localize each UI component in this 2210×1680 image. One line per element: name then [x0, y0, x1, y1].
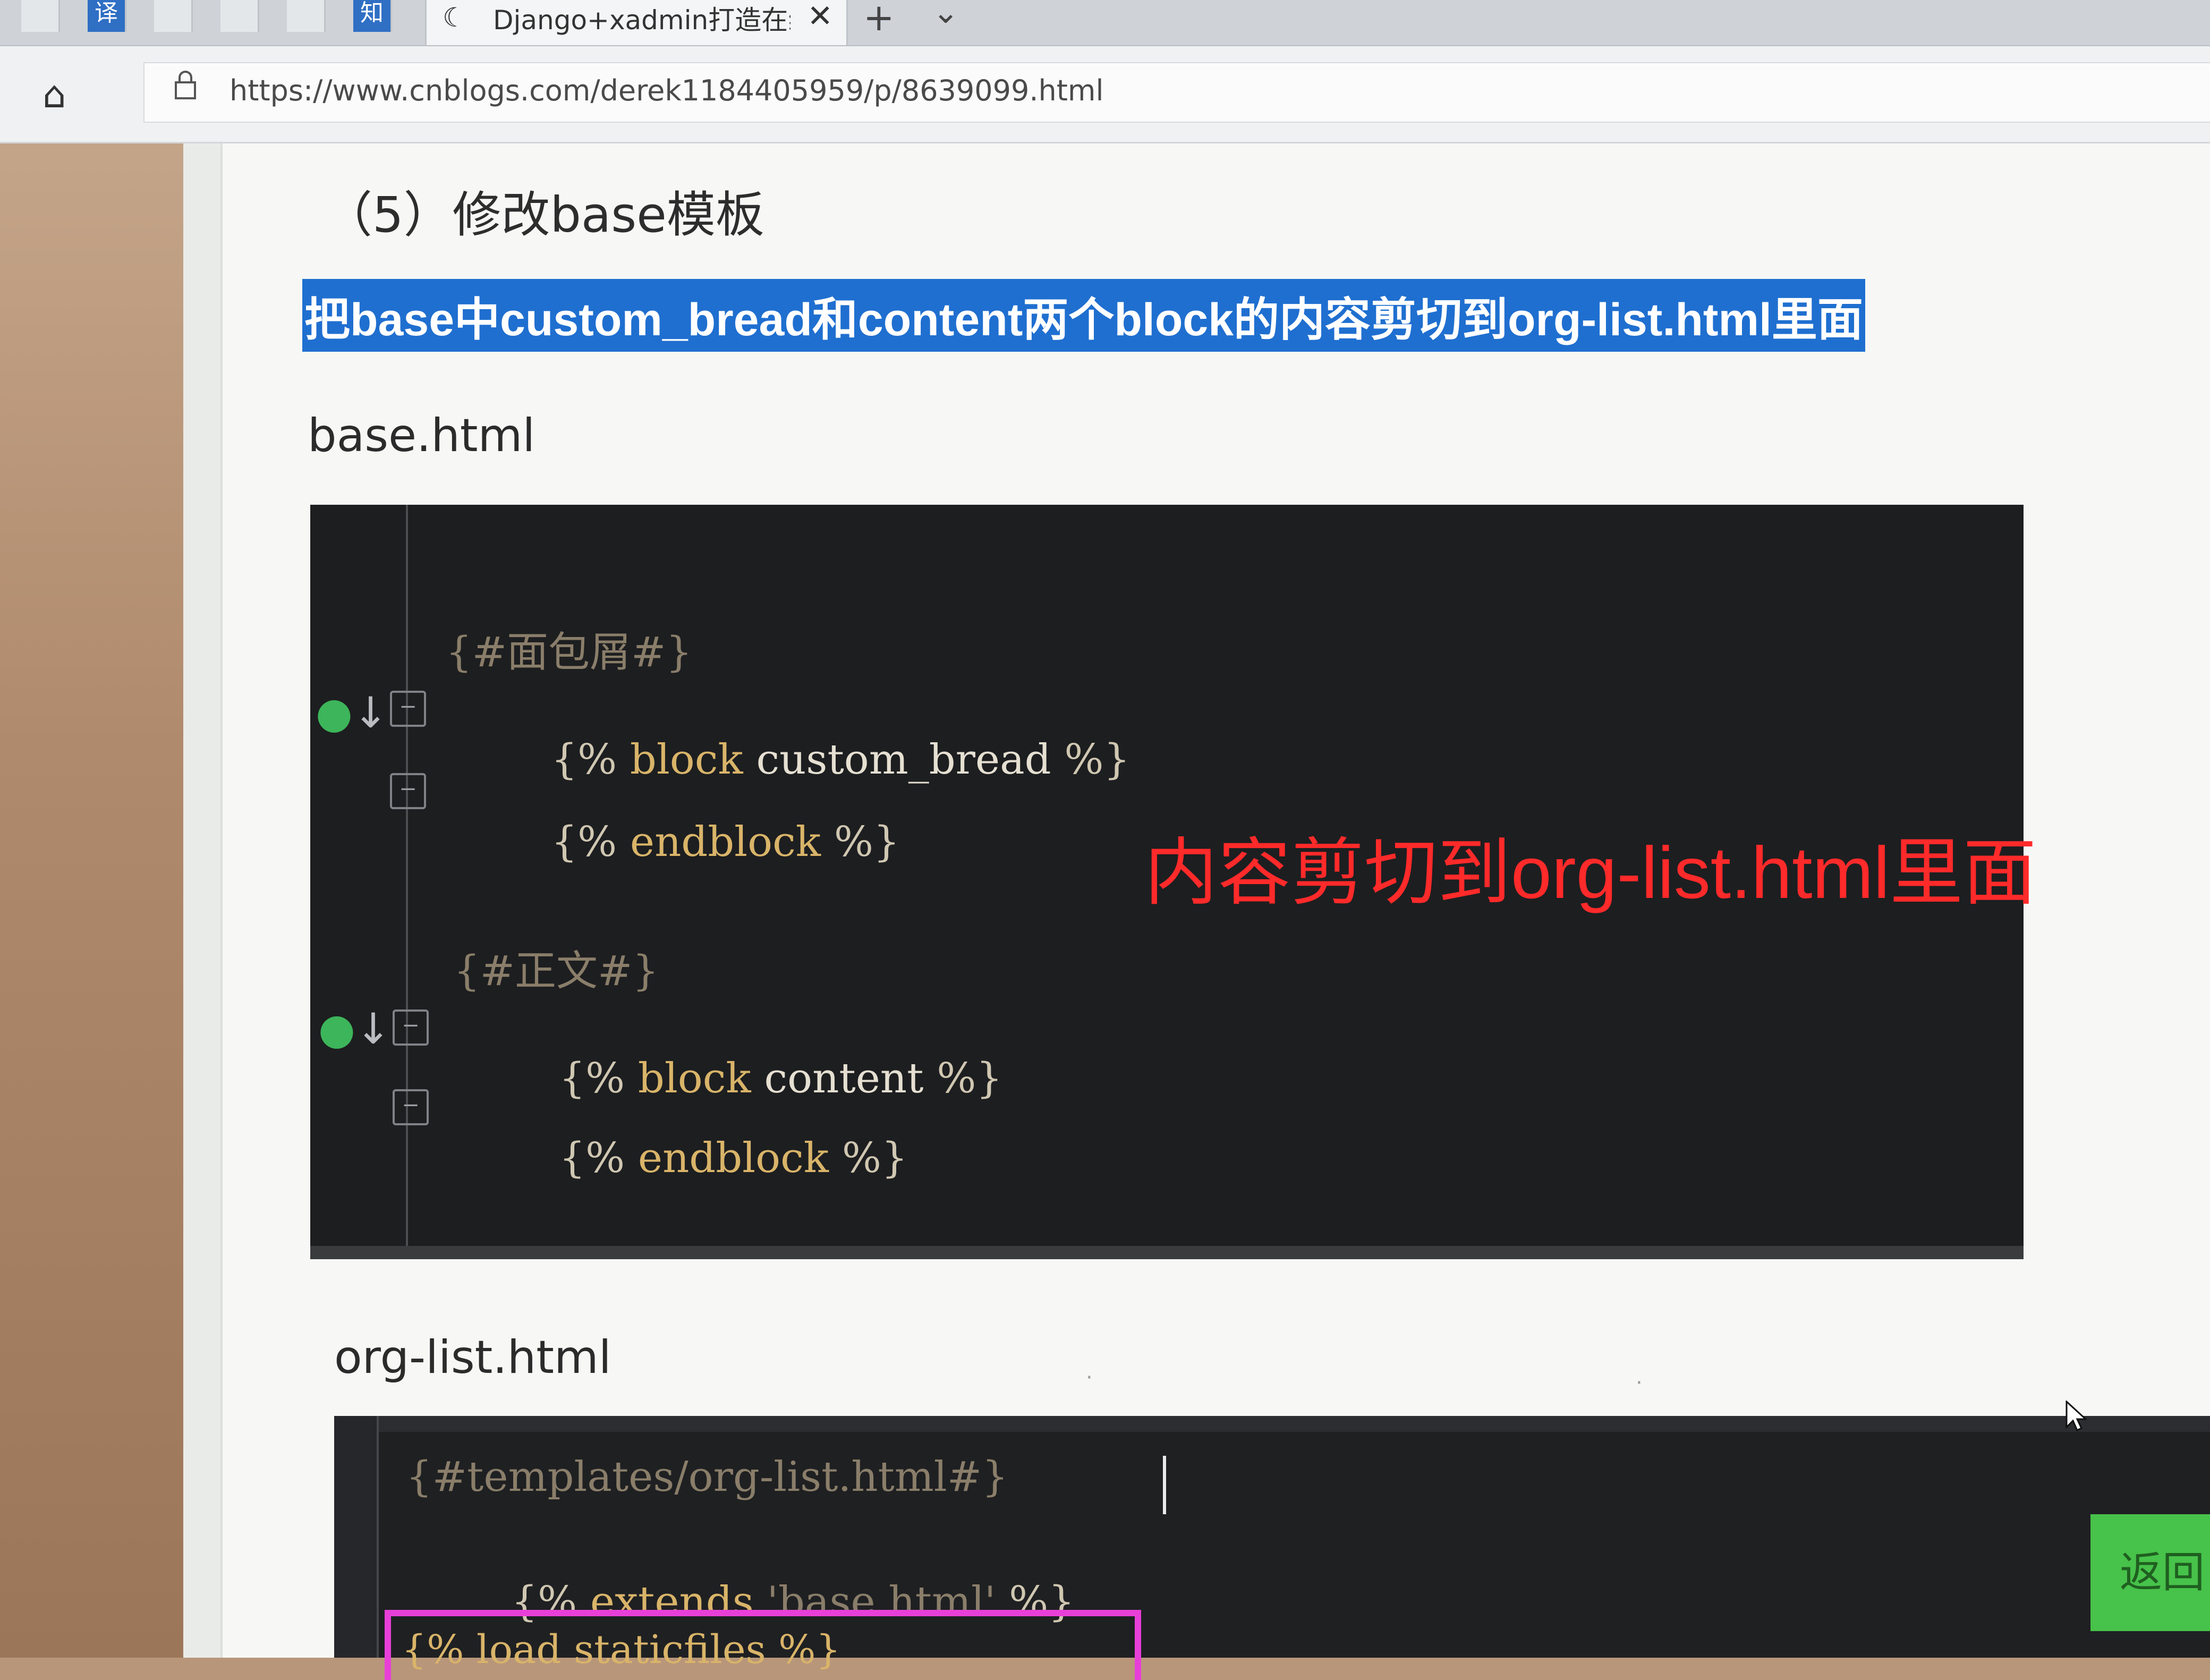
- fold-toggle-icon[interactable]: −: [393, 1009, 429, 1046]
- code-comment-content: {#正文#}: [454, 947, 659, 995]
- fold-toggle-icon[interactable]: −: [390, 691, 426, 727]
- code-line-endblock-1: {% endblock %}: [551, 818, 900, 866]
- home-icon[interactable]: ⌂: [42, 73, 66, 116]
- new-tab-button[interactable]: +: [863, 0, 895, 39]
- article-body: （5）修改base模板 把base中custom_bread和content两个…: [220, 143, 2210, 1680]
- address-bar-row: ⌂ https://www.cnblogs.com/derek118440595…: [0, 46, 2210, 143]
- magenta-highlight-box: {% load staticfiles %}: [385, 1610, 1141, 1680]
- screen-speck: ·: [1086, 1365, 1093, 1390]
- code-comment-template-path: {#templates/org-list.html#}: [406, 1453, 1008, 1501]
- code-block-base: {#面包屑#} ●↓ − {% block custom_bread %} − …: [310, 505, 2036, 1259]
- url-field[interactable]: https://www.cnblogs.com/derek1184405959/…: [143, 62, 2210, 123]
- tab-pinned-4[interactable]: [220, 0, 259, 32]
- tab-translate[interactable]: 译: [88, 0, 126, 32]
- red-annotation: 内容剪切到org-list.html里面: [1144, 832, 2037, 914]
- code-block-top-border: [334, 1416, 2210, 1432]
- code-line-endblock-2: {% endblock %}: [559, 1134, 908, 1182]
- close-icon[interactable]: ✕: [807, 0, 833, 34]
- fold-end-icon: −: [390, 773, 426, 809]
- gutter-line: [406, 505, 408, 1246]
- tab-pinned-5[interactable]: [287, 0, 326, 32]
- url-text: https://www.cnblogs.com/derek1184405959/…: [230, 74, 1104, 107]
- active-tab-title: Django+xadmin打造在线: [493, 5, 790, 36]
- tab-pinned-1[interactable]: [21, 0, 60, 32]
- tab-favicon-icon: ☾: [443, 2, 466, 33]
- page-viewport: （5）修改base模板 把base中custom_bread和content两个…: [183, 143, 2210, 1680]
- section-heading: （5）修改base模板: [324, 186, 764, 243]
- back-button[interactable]: 返回: [2090, 1514, 2210, 1631]
- code-line-load-staticfiles: {% load staticfiles %}: [402, 1627, 841, 1673]
- text-caret: [1163, 1456, 1166, 1514]
- code-comment-breadcrumb: {#面包屑#}: [446, 629, 692, 676]
- org-file-label: org-list.html: [334, 1331, 611, 1384]
- tab-zhihu[interactable]: 知: [353, 0, 392, 32]
- base-file-label: base.html: [308, 409, 536, 462]
- tab-pinned-3[interactable]: [154, 0, 193, 32]
- fold-end-icon: −: [393, 1089, 429, 1125]
- active-tab[interactable]: ☾ Django+xadmin打造在线 ✕: [425, 0, 848, 45]
- tab-list-chevron-icon[interactable]: ⌄: [932, 0, 959, 31]
- code-gutter: [334, 1416, 379, 1658]
- mouse-pointer-icon: [2066, 1399, 2088, 1441]
- breakpoint-marker-icon: ●↓: [318, 1004, 391, 1054]
- highlighted-instruction[interactable]: 把base中custom_bread和content两个block的内容剪切到o…: [302, 279, 1865, 352]
- screen-speck: ·: [1636, 1371, 1643, 1395]
- lock-icon: [174, 70, 197, 108]
- code-block-org-list: {#templates/org-list.html#} {% extends '…: [334, 1416, 2210, 1680]
- browser-tab-bar: 译 知 ☾ Django+xadmin打造在线 ✕ + ⌄: [0, 0, 2210, 46]
- breakpoint-marker-icon: ●↓: [316, 688, 388, 737]
